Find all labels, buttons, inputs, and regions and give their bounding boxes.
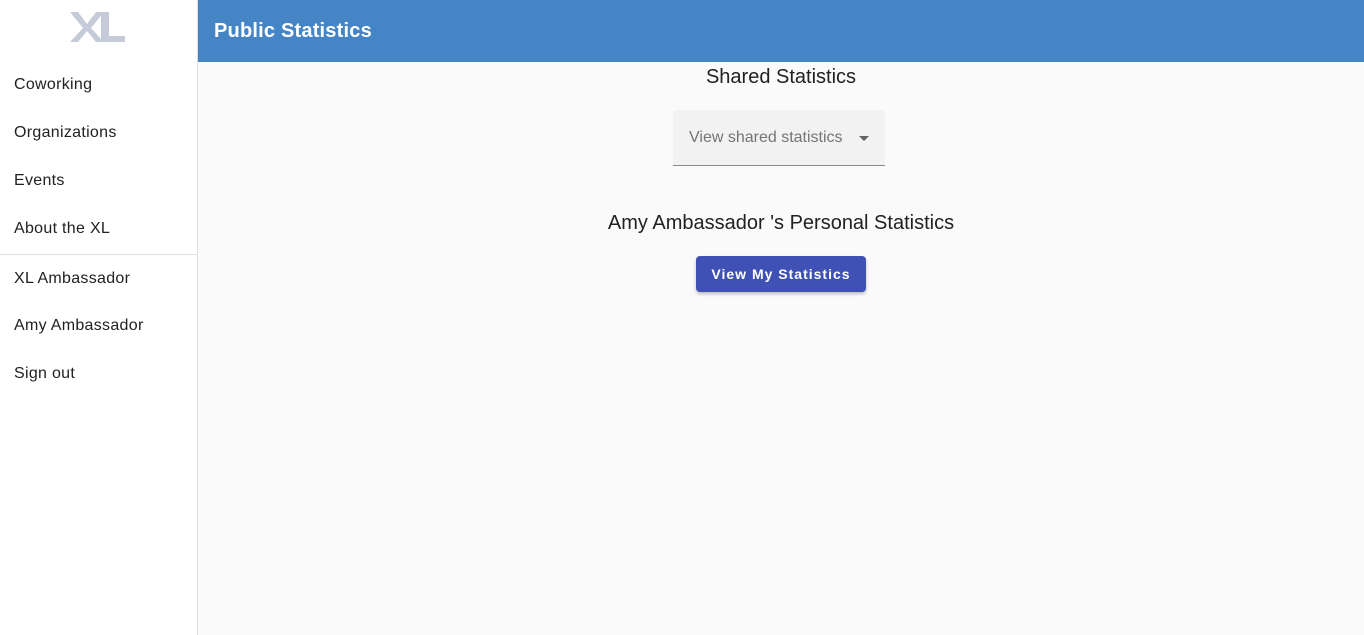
app: Coworking Organizations Events About the… [0, 0, 1364, 635]
sidebar-item-events[interactable]: Events [0, 157, 197, 205]
personal-statistics-heading: Amy Ambassador 's Personal Statistics [607, 212, 955, 234]
main-content: Shared Statistics View shared statistics… [198, 62, 1364, 635]
sidebar-item-xl-ambassador[interactable]: XL Ambassador [0, 255, 197, 302]
page-title: Public Statistics [214, 19, 372, 42]
sidebar-item-user-profile[interactable]: Amy Ambassador [0, 302, 197, 350]
view-my-statistics-button[interactable]: View My Statistics [696, 256, 866, 292]
sidebar: Coworking Organizations Events About the… [0, 0, 198, 635]
chevron-down-icon [859, 136, 869, 141]
shared-statistics-heading: Shared Statistics [705, 66, 857, 88]
shared-statistics-select[interactable]: View shared statistics [673, 110, 885, 166]
sidebar-item-organizations[interactable]: Organizations [0, 109, 197, 157]
xl-logo-icon [70, 12, 125, 42]
sidebar-item-sign-out[interactable]: Sign out [0, 350, 197, 398]
xl-logo[interactable] [68, 10, 126, 44]
shared-statistics-select-placeholder: View shared statistics [689, 129, 843, 146]
sidebar-primary-nav: Coworking Organizations Events About the… [0, 61, 197, 253]
top-app-bar: Public Statistics [198, 0, 1364, 62]
sidebar-account-nav: XL Ambassador Amy Ambassador Sign out [0, 254, 197, 398]
sidebar-item-about[interactable]: About the XL [0, 205, 197, 253]
sidebar-item-coworking[interactable]: Coworking [0, 61, 197, 109]
